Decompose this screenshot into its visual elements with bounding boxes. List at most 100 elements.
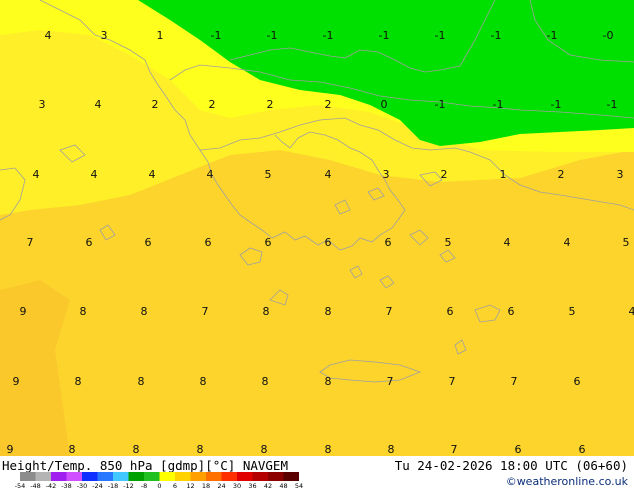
temp-label: 2 [325,98,332,111]
temp-label: 8 [69,443,76,456]
map-footer: Height/Temp. 850 hPa [gdmp][°C] NAVGEM T… [0,456,634,490]
color-scale-tick: -18 [108,482,119,490]
temp-label: 8 [261,443,268,456]
temp-label: 0 [381,98,388,111]
temp-label: 3 [101,29,108,42]
temp-label: 1 [157,29,164,42]
color-swatch [128,472,144,481]
temp-label: 8 [80,305,87,318]
color-swatch [237,472,253,481]
color-swatch [175,472,191,481]
temp-label: 4 [33,168,40,181]
temperature-map: 4 3 1 -1 -1 -1 -1 -1 -1 -1 -0 3 4 2 2 2 2 0 -1 -1 -1 -1 4 4 4 4 5 4… [0,0,634,456]
color-scale-tick: -12 [123,482,134,490]
valid-time: Tu 24-02-2026 18:00 UTC (06+60) [394,458,628,473]
color-swatch [35,472,51,481]
temp-label: 3 [383,168,390,181]
temp-label: 9 [7,443,14,456]
temp-label: 7 [386,305,393,318]
temp-label: -1 [323,29,334,42]
temp-label: -1 [435,29,446,42]
color-scale-tick: -30 [77,482,88,490]
temp-label: -1 [435,98,446,111]
color-scale-tick: 42 [264,482,272,490]
temp-label: -1 [493,98,504,111]
temp-label: 8 [325,443,332,456]
color-swatch [206,472,222,481]
temp-label: 9 [20,305,27,318]
color-swatch [97,472,113,481]
color-swatch [221,472,237,481]
temp-label: 7 [451,443,458,456]
temp-label: 1 [500,168,507,181]
temp-label: 6 [385,236,392,249]
color-scale: -54 -48 -42 -38 -30 -24 -18 -12 -8 0 6 12 18 24 30 36 42… [15,472,303,490]
temp-label: 6 [508,305,515,318]
temp-label: 8 [325,305,332,318]
temp-label: -1 [267,29,278,42]
temp-label: 4 [504,236,511,249]
temp-label: 4 [95,98,102,111]
temp-label: 7 [511,375,518,388]
temp-label: 2 [558,168,565,181]
temp-label: 2 [152,98,159,111]
temp-label: 7 [202,305,209,318]
color-swatch [159,472,175,481]
temp-label: -1 [211,29,222,42]
temp-label: 4 [91,168,98,181]
credit-link[interactable]: ©weatheronline.co.uk [506,475,628,488]
temp-label: 8 [141,305,148,318]
color-swatch [20,472,36,481]
color-scale-tick: 6 [173,482,177,490]
temp-label: 4 [207,168,214,181]
color-scale-tick: 36 [248,482,256,490]
color-scale-tick: 24 [217,482,225,490]
color-scale-tick: 48 [279,482,287,490]
color-scale-tick: -54 [15,482,26,490]
color-scale-tick: 12 [186,482,194,490]
color-scale-tick: -8 [141,482,147,490]
temp-label: 6 [579,443,586,456]
color-scale-tick: 0 [157,482,161,490]
temp-label: 2 [441,168,448,181]
color-swatch [268,472,284,481]
color-swatch [252,472,268,481]
temp-label: 8 [388,443,395,456]
temp-label: 4 [45,29,52,42]
temp-label: -1 [551,98,562,111]
temp-label: 4 [564,236,571,249]
temp-label: 2 [209,98,216,111]
color-scale-tick: -48 [30,482,41,490]
temp-label: 4 [629,305,634,318]
temp-label: -1 [491,29,502,42]
temp-label: 9 [13,375,20,388]
temp-label: 6 [145,236,152,249]
temp-label: -0 [603,29,614,42]
color-swatch [190,472,206,481]
color-swatch [82,472,98,481]
temp-label: 2 [267,98,274,111]
weather-map-panel: 4 3 1 -1 -1 -1 -1 -1 -1 -1 -0 3 4 2 2 2 2 0 -1 -1 -1 -1 4 4 4 4 5 4… [0,0,634,490]
color-scale-tick: 18 [202,482,210,490]
temp-label: 4 [325,168,332,181]
map-title: Height/Temp. 850 hPa [gdmp][°C] NAVGEM [2,458,288,473]
temp-label: -1 [379,29,390,42]
temp-label: 8 [138,375,145,388]
temp-label: 5 [569,305,576,318]
temp-label: 6 [205,236,212,249]
temp-label: 8 [197,443,204,456]
temp-label: 7 [449,375,456,388]
temp-label: 6 [325,236,332,249]
temp-label: 6 [447,305,454,318]
color-scale-tick: -24 [92,482,103,490]
temp-label: 6 [515,443,522,456]
color-swatch [283,472,299,481]
color-swatch [144,472,160,481]
temp-label: 4 [149,168,156,181]
temp-label: 8 [200,375,207,388]
temp-label: -1 [607,98,618,111]
color-scale-tick: 30 [233,482,241,490]
temp-label: 7 [27,236,34,249]
temp-label: 8 [75,375,82,388]
temp-label: 6 [86,236,93,249]
